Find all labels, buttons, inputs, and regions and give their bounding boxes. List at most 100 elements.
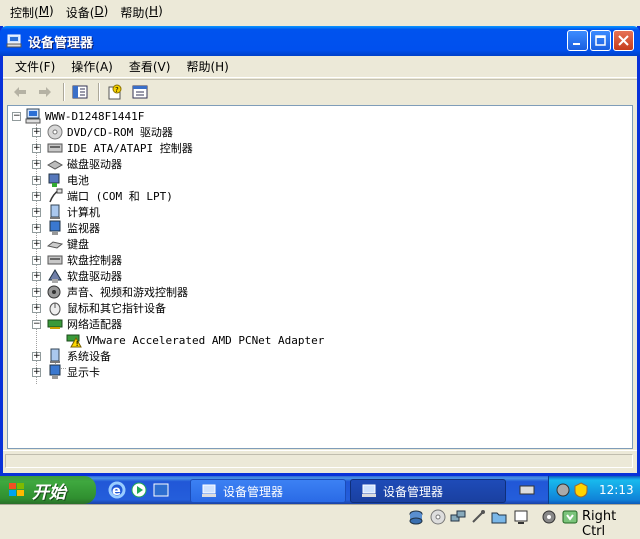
device-tree[interactable]: − WWW-D1248F1441F + DVD/CD-ROM 驱动器 + IDE… [7, 105, 633, 449]
toolbar-separator [98, 82, 100, 101]
tree-item-label: 软盘驱动器 [67, 270, 122, 283]
internet-explorer-icon[interactable]: e [108, 481, 126, 499]
tree-item[interactable]: + 键盘 [32, 236, 89, 252]
display-icon[interactable] [513, 509, 529, 525]
monitor-icon [47, 220, 63, 236]
computer-icon [361, 484, 377, 498]
tree-item[interactable]: + IDE ATA/ATAPI 控制器 [32, 140, 193, 156]
language-bar-icon[interactable] [518, 481, 536, 499]
host-menubar: 控制(M) 设备(D) 帮助(H) [0, 0, 640, 24]
expand-toggle[interactable]: + [32, 191, 41, 201]
expand-toggle[interactable]: + [32, 223, 41, 233]
tree-root[interactable]: − WWW-D1248F1441F [12, 108, 144, 124]
tree-item[interactable]: + 电池 [32, 172, 89, 188]
hard-disk-icon[interactable] [408, 509, 424, 525]
expand-toggle[interactable]: + [32, 207, 41, 217]
host-key-icon[interactable] [562, 509, 578, 525]
show-hide-tree-icon[interactable] [69, 82, 91, 102]
collapse-toggle[interactable]: − [32, 319, 41, 329]
show-desktop-icon[interactable] [152, 481, 170, 499]
collapse-toggle[interactable]: − [12, 111, 21, 121]
title-bar[interactable]: 设备管理器 [0, 26, 640, 56]
tree-item[interactable]: + DVD/CD-ROM 驱动器 [32, 124, 173, 140]
close-button[interactable] [613, 30, 634, 51]
tree-item[interactable]: + 软盘驱动器 [32, 268, 122, 284]
expand-toggle[interactable]: + [32, 175, 41, 185]
menu-bar: 文件(F) 操作(A) 查看(V) 帮助(H) [3, 56, 637, 78]
status-cell [5, 454, 633, 468]
tree-item-label: VMware Accelerated AMD PCNet Adapter [86, 333, 325, 347]
tree-item[interactable]: − 网络适配器 [32, 316, 122, 332]
tree-item-label: 计算机 [67, 206, 100, 219]
expand-toggle[interactable]: + [32, 143, 41, 153]
host-menu-control[interactable]: 控制(M) [4, 4, 60, 21]
taskbar-task-active[interactable]: 设备管理器 [350, 479, 506, 503]
maximize-button[interactable] [590, 30, 611, 51]
expand-toggle[interactable]: + [32, 255, 41, 265]
minimize-button[interactable] [567, 30, 588, 51]
tree-item[interactable]: + 鼠标和其它指针设备 [32, 300, 166, 316]
toolbar: ? [3, 79, 637, 103]
taskbar-task[interactable]: 设备管理器 [190, 479, 346, 503]
network-icon[interactable] [450, 509, 466, 525]
host-menu-devices[interactable]: 设备(D) [60, 4, 115, 21]
host-menu-help[interactable]: 帮助(H) [114, 4, 168, 21]
ide-controller-icon [47, 140, 63, 156]
expand-toggle[interactable]: + [32, 159, 41, 169]
expand-toggle[interactable]: + [32, 351, 41, 361]
computer-icon [201, 484, 217, 498]
display-adapter-icon [47, 364, 63, 380]
tree-item-label: 电池 [67, 174, 89, 187]
tree-item[interactable]: + 系统设备 [32, 348, 111, 364]
svg-text:?: ? [115, 86, 119, 94]
tree-item[interactable]: + 计算机 [32, 204, 100, 220]
root-label: WWW-D1248F1441F [45, 109, 145, 123]
menu-help[interactable]: 帮助(H) [178, 58, 236, 75]
tree-item-label: 监视器 [67, 222, 100, 235]
clock[interactable]: 12:13 [599, 483, 634, 497]
battery-icon [47, 172, 63, 188]
expand-toggle[interactable]: + [32, 239, 41, 249]
tree-item[interactable]: + 端口 (COM 和 LPT) [32, 188, 173, 204]
expand-toggle[interactable]: + [32, 271, 41, 281]
system-tray: 12:13 [548, 476, 640, 504]
tree-item-label: 端口 (COM 和 LPT) [67, 190, 173, 203]
tree-item-label: 显示卡 [67, 366, 100, 379]
media-player-icon[interactable] [130, 481, 148, 499]
svg-text:!: ! [75, 340, 79, 348]
forward-button[interactable] [34, 82, 56, 102]
expand-toggle[interactable]: + [32, 127, 41, 137]
expand-toggle[interactable]: + [32, 367, 41, 377]
tree-item-label: 网络适配器 [67, 318, 122, 331]
network-tray-icon[interactable] [555, 482, 571, 498]
menu-action[interactable]: 操作(A) [63, 58, 121, 75]
tree-item-label: 鼠标和其它指针设备 [67, 302, 166, 315]
tree-item-label: 声音、视频和游戏控制器 [67, 286, 188, 299]
tree-item[interactable]: + 软盘控制器 [32, 252, 122, 268]
mouse-icon [47, 300, 63, 316]
tree-child-item[interactable]: ! VMware Accelerated AMD PCNet Adapter [66, 332, 324, 348]
tree-item[interactable]: + 显示卡 [32, 364, 100, 380]
tree-item[interactable]: + 磁盘驱动器 [32, 156, 122, 172]
security-tray-icon[interactable] [573, 482, 589, 498]
expand-toggle[interactable]: + [32, 303, 41, 313]
tree-item[interactable]: + 声音、视频和游戏控制器 [32, 284, 188, 300]
start-button[interactable]: 开始 [0, 476, 96, 504]
start-label: 开始 [32, 482, 66, 503]
menu-view[interactable]: 查看(V) [121, 58, 179, 75]
svg-text:e: e [112, 484, 121, 499]
properties-help-icon[interactable]: ? [104, 82, 126, 102]
back-button[interactable] [9, 82, 31, 102]
sound-icon [47, 284, 63, 300]
usb-icon[interactable] [470, 509, 486, 525]
menu-file[interactable]: 文件(F) [7, 58, 63, 75]
device-manager-window: 设备管理器 文件(F) 操作(A) 查看(V) 帮助(H) ? − WWW-D1… [0, 26, 640, 476]
recording-icon[interactable] [541, 509, 557, 525]
taskbar: 开始 e 设备管理器 设备管理器 12:13 [0, 476, 640, 504]
optical-drive-icon[interactable] [430, 509, 446, 525]
host-status-bar: Right Ctrl [0, 504, 640, 539]
shared-folder-icon[interactable] [491, 509, 507, 525]
properties-icon[interactable] [129, 82, 151, 102]
expand-toggle[interactable]: + [32, 287, 41, 297]
tree-item[interactable]: + 监视器 [32, 220, 100, 236]
